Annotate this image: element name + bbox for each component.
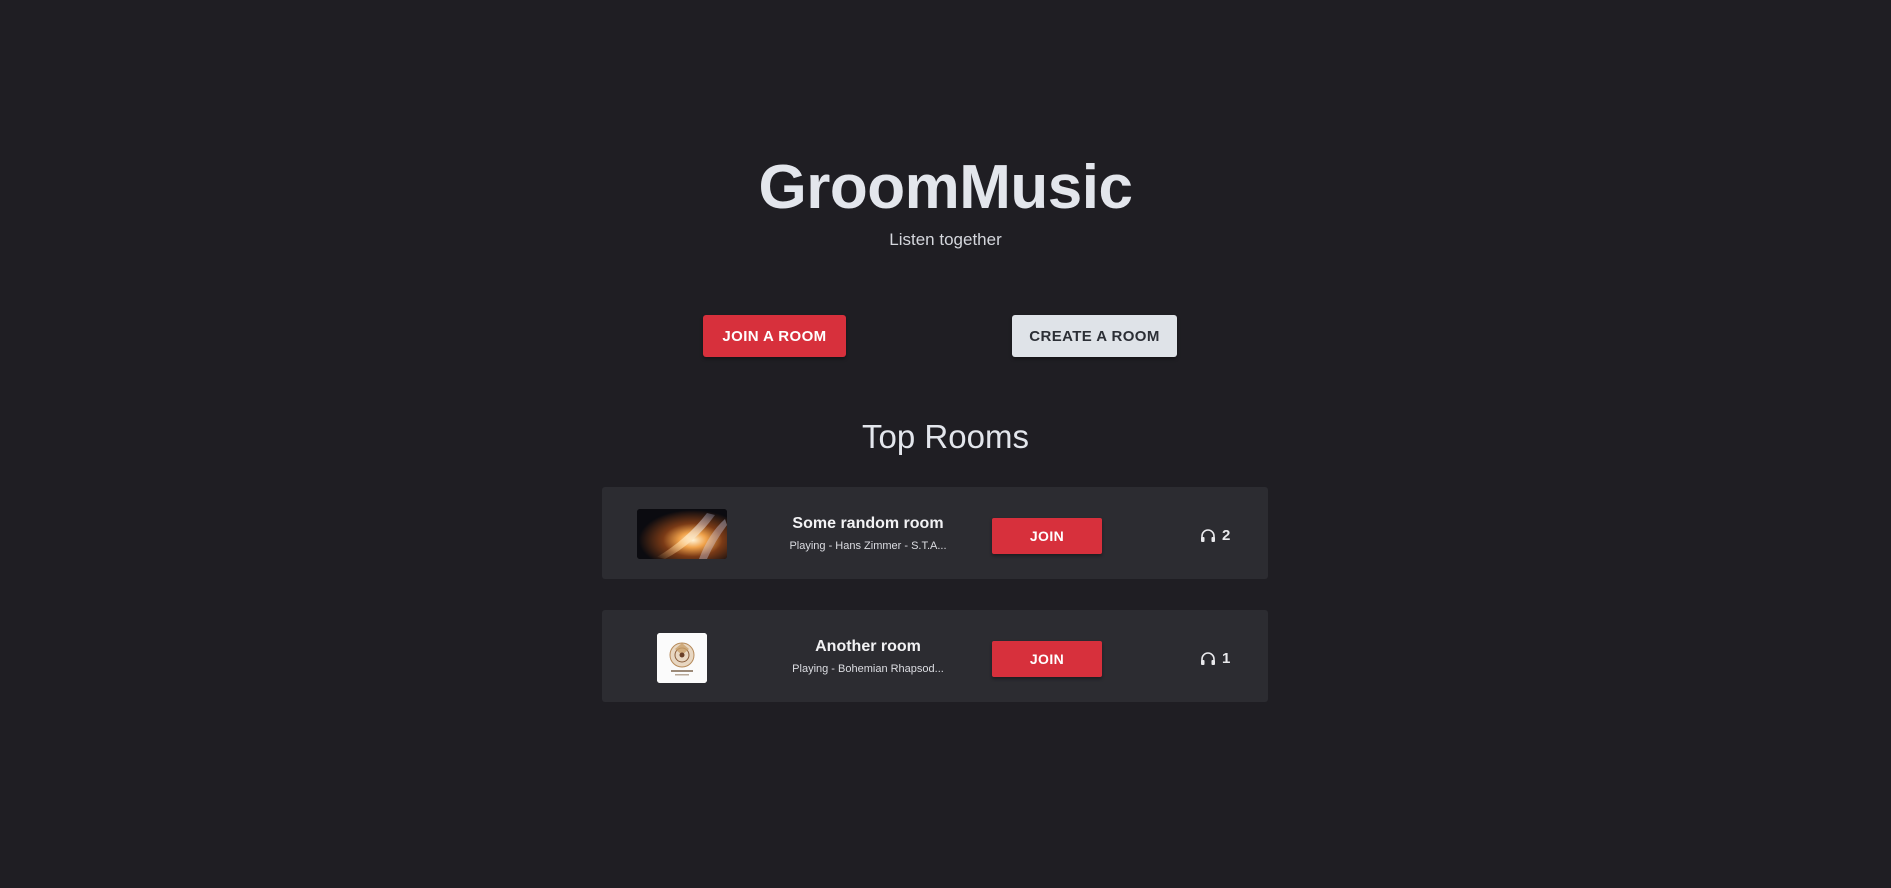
headphones-icon [1201,528,1215,542]
create-a-room-button[interactable]: CREATE A ROOM [1012,315,1177,357]
headphones-icon [1201,651,1215,665]
listener-count-value: 2 [1222,526,1231,544]
room-card: Another room Playing - Bohemian Rhapsod.… [602,610,1268,702]
listener-count-value: 1 [1222,649,1231,667]
room-name: Some random room [792,515,944,532]
top-rooms-heading: Top Rooms [862,418,1029,455]
app-tagline: Listen together [889,230,1002,249]
app-title: GroomMusic [758,153,1133,222]
join-room-button[interactable]: JOIN [992,641,1102,677]
listener-count: 1 [1200,648,1230,668]
room-thumbnail [657,633,707,683]
album-art-icon [657,633,707,683]
room-info: Some random room Playing - Hans Zimmer -… [742,515,994,552]
now-playing-text: Playing - Bohemian Rhapsod... [792,663,944,675]
join-room-button[interactable]: JOIN [992,518,1102,554]
room-card: Some random room Playing - Hans Zimmer -… [602,487,1268,579]
join-a-room-button[interactable]: JOIN A ROOM [703,315,846,357]
listener-count: 2 [1200,525,1230,545]
now-playing-text: Playing - Hans Zimmer - S.T.A... [789,540,947,552]
room-thumbnail [637,509,727,559]
room-name: Another room [815,638,921,655]
home-page: GroomMusic Listen together JOIN A ROOM C… [0,0,1891,888]
album-art-icon [637,509,727,559]
room-info: Another room Playing - Bohemian Rhapsod.… [742,638,994,675]
